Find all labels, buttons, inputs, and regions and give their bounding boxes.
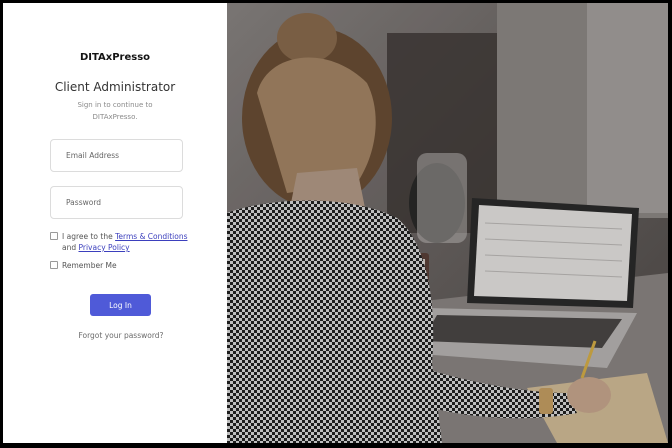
terms-label: I agree to the Terms & Conditions and Pri… — [62, 231, 194, 253]
woman-working-at-laptop-photo — [227, 3, 668, 443]
remember-me-checkbox[interactable] — [50, 261, 58, 269]
terms-prefix-text: I agree to the — [62, 232, 116, 241]
privacy-policy-link[interactable]: Privacy Policy — [79, 243, 130, 252]
forgot-password-link[interactable]: Forgot your password? — [3, 331, 239, 340]
login-button[interactable]: Log In — [90, 294, 151, 316]
page-title: Client Administrator — [54, 80, 176, 94]
hero-photo — [227, 3, 668, 443]
remember-me-label: Remember Me — [62, 261, 117, 270]
terms-row: I agree to the Terms & Conditions and Pri… — [50, 231, 194, 253]
app-window: DITAxPresso Client Administrator Sign in… — [3, 3, 668, 443]
login-panel: DITAxPresso Client Administrator Sign in… — [3, 3, 227, 443]
terms-middle-text: and — [62, 243, 79, 252]
email-input[interactable] — [51, 140, 182, 171]
password-field-wrapper — [50, 186, 183, 219]
page-subtitle: Sign in to continue to DITAxPresso. — [77, 101, 153, 121]
terms-checkbox[interactable] — [50, 232, 58, 240]
terms-conditions-link[interactable]: Terms & Conditions — [115, 232, 187, 241]
remember-row: Remember Me — [50, 260, 117, 271]
email-field-wrapper — [50, 139, 183, 172]
brand-name: DITAxPresso — [79, 52, 151, 63]
password-input[interactable] — [51, 187, 182, 218]
